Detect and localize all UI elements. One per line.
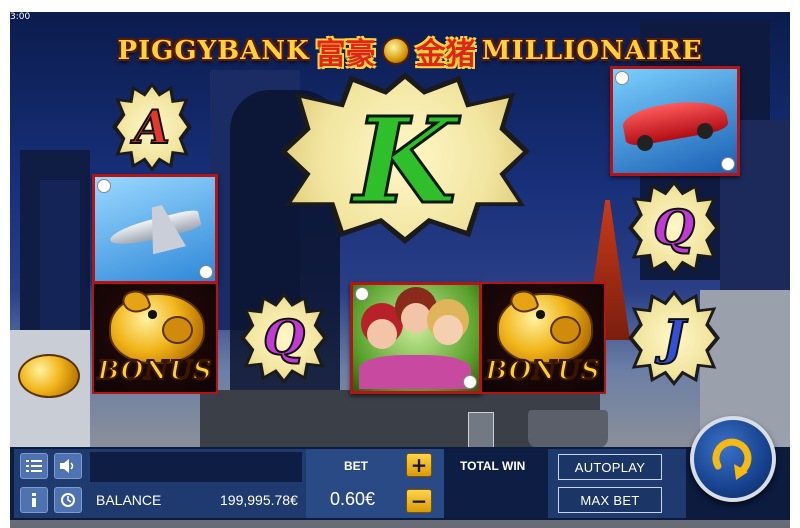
symbol-j-letter: J bbox=[662, 309, 687, 367]
frame-top bbox=[0, 0, 800, 12]
coin-icon bbox=[381, 37, 410, 65]
menu-button[interactable] bbox=[20, 453, 48, 479]
bet-label: BET bbox=[344, 459, 368, 473]
bonus-label: BONUS bbox=[96, 355, 213, 387]
balance-value: 199,995.78€ bbox=[220, 492, 298, 508]
spin-arrow-icon bbox=[712, 438, 752, 480]
game-screen: 3:00 PIGGYBANK 富豪 金猪 MILLIONAIRE A BONUS… bbox=[0, 0, 800, 528]
title-millionaire: MILLIONAIRE bbox=[481, 36, 703, 66]
title-piggybank: PIGGYBANK bbox=[117, 36, 310, 66]
symbol-q: Q bbox=[240, 292, 328, 384]
list-icon bbox=[26, 460, 42, 472]
frame-right bbox=[790, 0, 800, 528]
symbol-j: J bbox=[628, 290, 720, 386]
max-bet-button[interactable]: MAX BET bbox=[558, 487, 662, 513]
women-card bbox=[350, 282, 482, 394]
clock-text: 3:00 bbox=[10, 12, 31, 22]
bet-decrease-button[interactable]: − bbox=[406, 489, 432, 513]
symbol-a: A bbox=[112, 82, 192, 172]
big-k-letter: K bbox=[352, 91, 458, 230]
skyline-building bbox=[40, 180, 80, 350]
info-button[interactable] bbox=[20, 487, 48, 513]
bonus-pig-symbol: BONUS bbox=[92, 282, 218, 394]
history-button[interactable] bbox=[54, 487, 82, 513]
bet-increase-button[interactable]: + bbox=[406, 453, 432, 477]
info-icon bbox=[32, 493, 36, 507]
symbol-q2-letter: Q bbox=[652, 199, 696, 257]
title-chinese-1: 富豪 bbox=[315, 37, 376, 72]
speaker-icon bbox=[60, 459, 74, 473]
bonus-pig-symbol-2: BONUS bbox=[480, 282, 606, 394]
message-strip bbox=[90, 452, 302, 482]
spin-button[interactable] bbox=[690, 416, 776, 502]
bucket bbox=[528, 410, 608, 448]
big-k-symbol: K bbox=[280, 72, 530, 244]
symbol-a-letter: A bbox=[133, 99, 171, 155]
frame-left bbox=[0, 0, 10, 528]
sports-car-card bbox=[610, 66, 740, 176]
autoplay-button[interactable]: AUTOPLAY bbox=[558, 454, 662, 480]
balance-label: BALANCE bbox=[96, 492, 162, 508]
history-icon bbox=[61, 493, 75, 507]
glass bbox=[468, 412, 494, 450]
total-win-label: TOTAL WIN bbox=[460, 459, 526, 473]
private-jet-card bbox=[92, 174, 218, 284]
piggy-bank-decoration bbox=[18, 350, 80, 398]
bet-value: 0.60€ bbox=[330, 489, 376, 509]
control-bar: BALANCE 199,995.78€ BET 0.60€ + − TOTAL … bbox=[10, 447, 790, 520]
sound-button[interactable] bbox=[54, 453, 82, 479]
symbol-q-letter: Q bbox=[262, 309, 306, 367]
bonus-label-2: BONUS bbox=[484, 355, 601, 387]
title-chinese-2: 金猪 bbox=[415, 37, 476, 72]
symbol-q-2: Q bbox=[628, 180, 720, 276]
